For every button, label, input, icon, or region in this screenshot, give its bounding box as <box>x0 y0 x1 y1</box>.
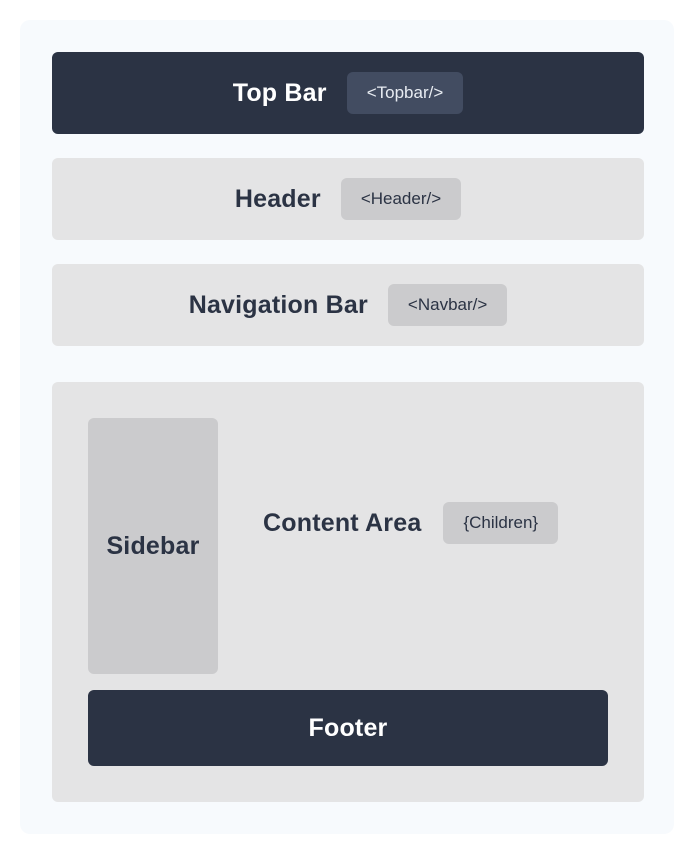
footer-title: Footer <box>308 713 388 742</box>
topbar-title: Top Bar <box>232 78 327 107</box>
topbar-component-tag: <Topbar/> <box>346 72 464 114</box>
header-title: Header <box>234 184 321 213</box>
footer-block: Footer <box>88 690 608 766</box>
header-block: Header <Header/> <box>52 158 644 240</box>
navbar-title: Navigation Bar <box>188 290 368 319</box>
children-tag: {Children} <box>443 502 559 544</box>
sidebar-block: Sidebar <box>88 418 218 674</box>
navbar-component-tag: <Navbar/> <box>387 284 508 326</box>
content-area-block: Content Area {Children} <box>248 502 559 544</box>
header-component-tag: <Header/> <box>340 178 462 220</box>
main-layout-block: Sidebar Content Area {Children} Footer <box>52 382 644 802</box>
content-area-title: Content Area <box>263 508 422 537</box>
topbar-block: Top Bar <Topbar/> <box>52 52 644 134</box>
sidebar-title: Sidebar <box>106 531 200 560</box>
navbar-block: Navigation Bar <Navbar/> <box>52 264 644 346</box>
